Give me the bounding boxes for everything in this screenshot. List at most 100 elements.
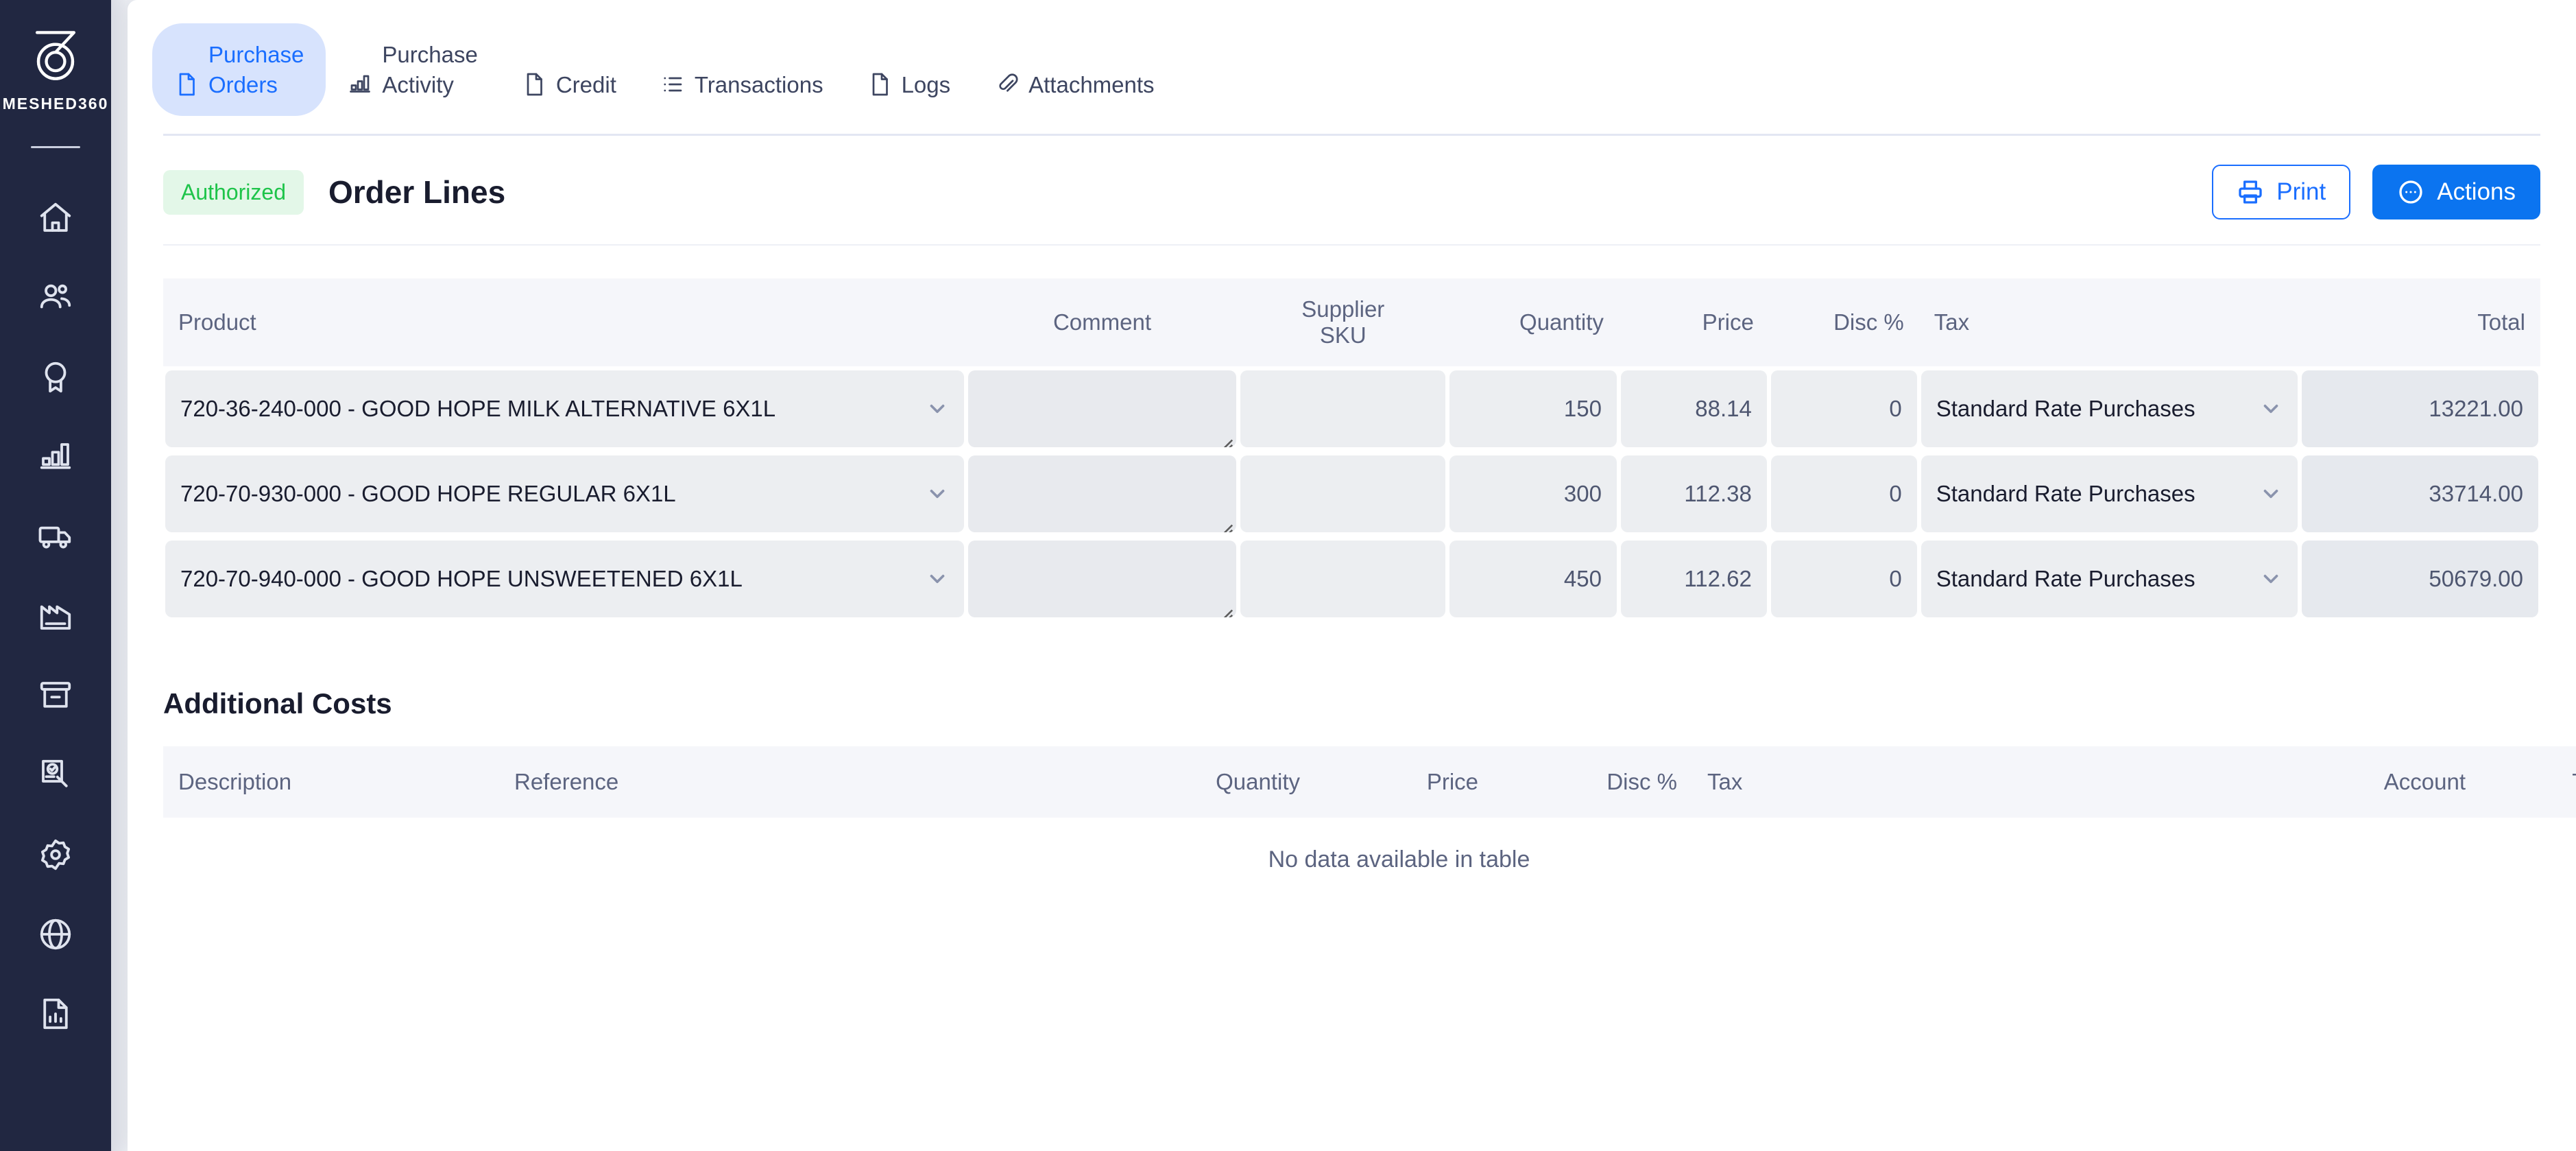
product-name: 720-70-940-000 - GOOD HOPE UNSWEETENED 6…	[180, 566, 743, 592]
col-supplier-sku: Supplier SKU	[1238, 278, 1448, 367]
cell-comment	[966, 536, 1238, 621]
col-total: Total	[2299, 278, 2540, 367]
chevron-down-icon	[926, 397, 949, 420]
supplier-sku-input[interactable]	[1240, 370, 1446, 448]
tax-value: Standard Rate Purchases	[1936, 396, 2195, 422]
tax-select[interactable]: Standard Rate Purchases	[1921, 541, 2298, 618]
users-icon	[40, 284, 71, 309]
status-badge: Authorized	[163, 169, 304, 215]
sidebar-item-contacts[interactable]	[0, 258, 111, 337]
brand-name: MESHED360	[2, 95, 109, 112]
product-select[interactable]: 720-70-930-000 - GOOD HOPE REGULAR 6X1L	[165, 455, 964, 533]
total-value-box: 13221.00	[2301, 370, 2538, 448]
price-input[interactable]: 88.14	[1620, 370, 1767, 448]
table-row: 720-36-240-000 - GOOD HOPE MILK ALTERNAT…	[163, 366, 2540, 451]
comment-textarea[interactable]	[967, 541, 1237, 618]
table-row: 720-70-930-000 - GOOD HOPE REGULAR 6X1L	[163, 451, 2540, 536]
sidebar: MESHED360	[0, 0, 111, 1151]
supplier-sku-input[interactable]	[1240, 455, 1446, 533]
sidebar-item-quality[interactable]	[0, 337, 111, 417]
cell-quantity: 150	[1447, 366, 1618, 451]
resize-handle-icon[interactable]	[1218, 516, 1233, 533]
file-icon	[522, 42, 546, 95]
disc-input[interactable]: 0	[1770, 541, 1917, 618]
cell-price: 88.14	[1619, 366, 1769, 451]
ellipsis-circle-icon	[2399, 180, 2422, 204]
tab-purchase-orders[interactable]: Purchase Orders	[152, 23, 326, 117]
order-lines-table: Product Comment Supplier SKU Quantity Pr…	[163, 278, 2540, 621]
additional-costs-tbody: No data available in table	[163, 818, 2576, 903]
actions-button[interactable]: Actions	[2372, 165, 2540, 220]
order-lines-table-wrap: Product Comment Supplier SKU Quantity Pr…	[163, 278, 2540, 621]
print-button[interactable]: Print	[2212, 165, 2351, 220]
resize-handle-icon[interactable]	[1218, 431, 1233, 448]
resize-handle-icon[interactable]	[1218, 601, 1233, 618]
tax-select[interactable]: Standard Rate Purchases	[1921, 370, 2298, 448]
cell-product: 720-36-240-000 - GOOD HOPE MILK ALTERNAT…	[163, 366, 966, 451]
additional-costs-table-wrap: Description Reference Quantity Price Dis…	[163, 746, 2576, 903]
total-value: 50679.00	[2429, 566, 2523, 592]
print-label: Print	[2276, 178, 2326, 206]
tab-label: Credit	[555, 71, 616, 97]
list-icon	[660, 42, 685, 91]
price-input[interactable]: 112.62	[1620, 541, 1767, 618]
disc-input[interactable]: 0	[1770, 455, 1917, 533]
tax-value: Standard Rate Purchases	[1936, 566, 2195, 592]
sidebar-divider	[31, 146, 80, 148]
meshed360-spiral-logo-icon	[35, 31, 76, 80]
tab-logs[interactable]: Logs	[845, 23, 973, 116]
table-header-row: Description Reference Quantity Price Dis…	[163, 746, 2576, 818]
tab-transactions[interactable]: Transactions	[638, 23, 845, 116]
page-title: Order Lines	[328, 174, 506, 211]
quantity-input[interactable]: 150	[1449, 370, 1617, 448]
home-icon	[40, 202, 71, 232]
col-price: Price	[1315, 746, 1493, 818]
chevron-down-icon	[926, 567, 949, 591]
sidebar-item-reports[interactable]	[0, 974, 111, 1054]
col-disc: Disc %	[1493, 746, 1692, 818]
main-panel: Purchase Orders Purchase Activity Credit…	[128, 0, 2576, 1151]
disc-input[interactable]: 0	[1770, 370, 1917, 448]
cell-supplier-sku	[1238, 366, 1447, 451]
total-value-box: 33714.00	[2301, 455, 2538, 533]
col-reference: Reference	[499, 746, 1068, 818]
order-lines-thead: Product Comment Supplier SKU Quantity Pr…	[163, 278, 2540, 367]
bar-chart-icon	[40, 443, 71, 469]
product-select[interactable]: 720-70-940-000 - GOOD HOPE UNSWEETENED 6…	[165, 541, 964, 618]
col-description: Description	[163, 746, 499, 818]
box-archive-icon	[40, 682, 71, 708]
cell-price: 112.38	[1619, 451, 1769, 536]
supplier-sku-input[interactable]	[1240, 541, 1446, 618]
col-price: Price	[1618, 278, 1769, 367]
price-input[interactable]: 112.38	[1620, 455, 1767, 533]
total-value: 33714.00	[2429, 481, 2523, 507]
app-root: MESHED360 Purchase Orders Purchase Activ…	[0, 0, 2576, 1151]
brand-logo[interactable]: MESHED360	[3, 23, 109, 113]
quantity-input[interactable]: 450	[1449, 541, 1617, 618]
product-select[interactable]: 720-36-240-000 - GOOD HOPE MILK ALTERNAT…	[165, 370, 964, 448]
sidebar-item-production[interactable]	[0, 576, 111, 656]
sidebar-item-compliance[interactable]	[0, 735, 111, 815]
tab-credit[interactable]: Credit	[500, 23, 638, 116]
sidebar-item-inventory[interactable]	[0, 656, 111, 735]
sidebar-item-home[interactable]	[0, 178, 111, 258]
comment-textarea[interactable]	[967, 455, 1237, 533]
cell-quantity: 450	[1447, 536, 1618, 621]
sidebar-item-integrations[interactable]	[0, 894, 111, 974]
disc-value: 0	[1889, 481, 1902, 507]
cell-product: 720-70-930-000 - GOOD HOPE REGULAR 6X1L	[163, 451, 966, 536]
sidebar-item-sales[interactable]	[0, 417, 111, 497]
additional-costs-thead: Description Reference Quantity Price Dis…	[163, 746, 2576, 818]
tab-purchase-activity[interactable]: Purchase Activity	[326, 23, 499, 116]
sidebar-item-logistics[interactable]	[0, 497, 111, 576]
tab-attachments[interactable]: Attachments	[972, 23, 1176, 116]
tab-divider	[163, 134, 2540, 137]
quantity-input[interactable]: 300	[1449, 455, 1617, 533]
price-value: 112.62	[1684, 566, 1752, 592]
tab-label: Purchase Activity	[382, 42, 478, 97]
table-row: 720-70-940-000 - GOOD HOPE UNSWEETENED 6…	[163, 536, 2540, 621]
total-value-box: 50679.00	[2301, 541, 2538, 618]
sidebar-item-settings[interactable]	[0, 815, 111, 894]
tax-select[interactable]: Standard Rate Purchases	[1921, 455, 2298, 533]
comment-textarea[interactable]	[967, 370, 1237, 448]
